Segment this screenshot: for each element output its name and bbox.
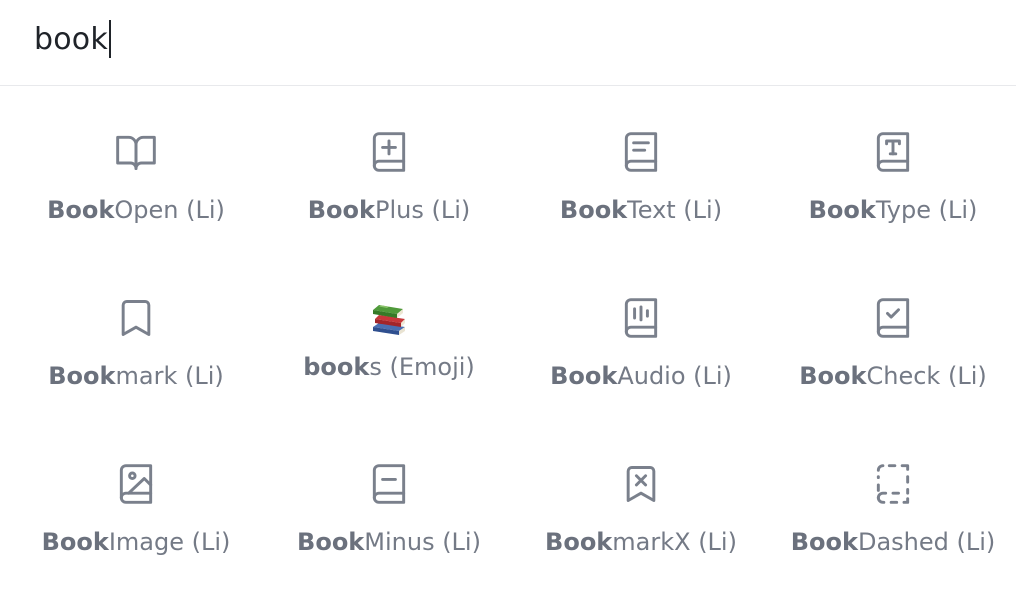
result-item-book-text[interactable]: BookText (Li): [514, 87, 768, 253]
result-label: BookText (Li): [559, 196, 723, 224]
bookmark-icon: [114, 296, 158, 340]
book-dashed-icon: [871, 462, 915, 506]
result-label: BookImage (Li): [41, 528, 231, 556]
result-label: BookCheck (Li): [799, 362, 987, 390]
result-label: Bookmark (Li): [48, 362, 224, 390]
result-label: BookmarkX (Li): [545, 528, 737, 556]
book-type-icon: [871, 130, 915, 174]
result-label: BookOpen (Li): [47, 196, 225, 224]
books-emoji-icon: [367, 297, 411, 341]
result-item-book-image[interactable]: BookImage (Li): [9, 419, 263, 585]
result-item-book-audio[interactable]: BookAudio (Li): [514, 253, 768, 419]
result-item-book-check[interactable]: BookCheck (Li): [766, 253, 1016, 419]
result-item-bookmark[interactable]: Bookmark (Li): [9, 253, 263, 419]
result-item-book-type[interactable]: BookType (Li): [766, 87, 1016, 253]
result-item-book-dashed[interactable]: BookDashed (Li): [766, 419, 1016, 585]
book-text-icon: [619, 130, 663, 174]
result-label: BookMinus (Li): [297, 528, 481, 556]
text-caret: [108, 19, 111, 58]
book-image-icon: [114, 462, 158, 506]
result-item-bookmark-x[interactable]: BookmarkX (Li): [514, 419, 768, 585]
book-audio-icon: [619, 296, 663, 340]
book-open-icon: [114, 130, 158, 174]
result-label: books (Emoji): [303, 353, 475, 381]
result-item-book-minus[interactable]: BookMinus (Li): [262, 419, 516, 585]
result-label: BookPlus (Li): [307, 196, 471, 224]
result-label: BookAudio (Li): [550, 362, 732, 390]
book-plus-icon: [367, 130, 411, 174]
results-grid: BookOpen (Li) BookPlus (Li) BookText (Li…: [0, 87, 1016, 596]
result-item-books-emoji[interactable]: books (Emoji): [262, 253, 516, 419]
result-label: BookType (Li): [808, 196, 978, 224]
result-item-book-plus[interactable]: BookPlus (Li): [262, 87, 516, 253]
bookmark-x-icon: [619, 462, 663, 506]
result-label: BookDashed (Li): [790, 528, 996, 556]
book-minus-icon: [367, 462, 411, 506]
book-check-icon: [871, 296, 915, 340]
search-bar: book: [0, 0, 1016, 86]
search-input-value: book: [34, 22, 108, 57]
result-item-book-open[interactable]: BookOpen (Li): [9, 87, 263, 253]
search-input[interactable]: book: [34, 18, 111, 62]
